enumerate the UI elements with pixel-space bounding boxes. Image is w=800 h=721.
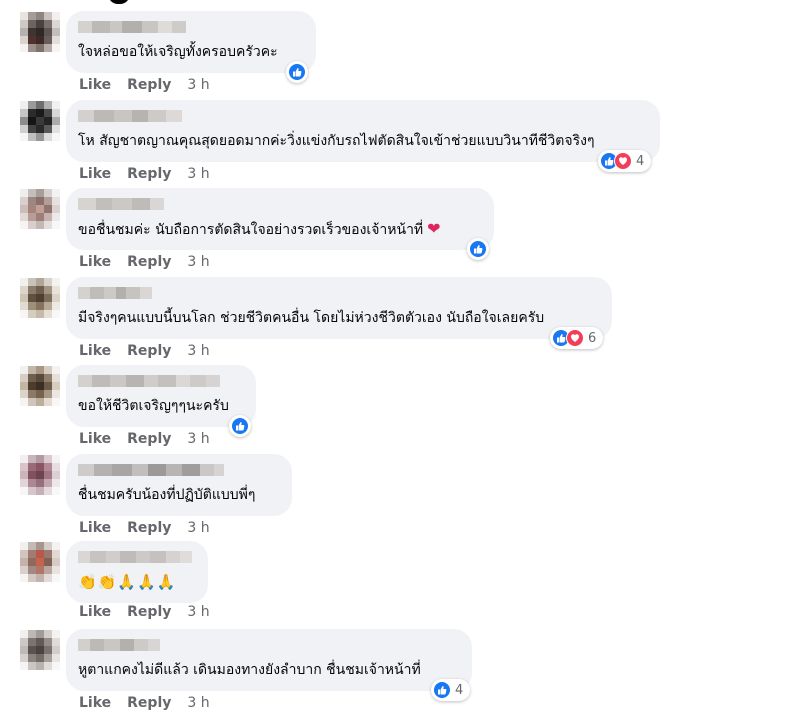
- commenter-name-blurred: [78, 464, 224, 476]
- commenter-name-blurred: [78, 551, 192, 563]
- comment: ขอชื่นชมค่ะ นับถือการตัดสินใจอย่างรวดเร็…: [0, 188, 800, 280]
- avatar[interactable]: [20, 12, 60, 52]
- commenter-name-blurred: [78, 110, 182, 122]
- like-reaction-icon: [288, 63, 306, 81]
- like-button[interactable]: Like: [79, 254, 111, 270]
- comment-actions: Like Reply 3 h: [79, 343, 210, 359]
- commenter-name-blurred: [78, 287, 152, 299]
- reply-button[interactable]: Reply: [127, 254, 171, 270]
- reply-button[interactable]: Reply: [127, 431, 171, 447]
- comment-actions: Like Reply 3 h: [79, 254, 210, 270]
- avatar[interactable]: [20, 630, 60, 670]
- like-button[interactable]: Like: [79, 431, 111, 447]
- reaction-summary[interactable]: [467, 238, 489, 260]
- comment: ขอให้ชีวิตเจริญๆๆนะครับ Like Reply 3 h: [0, 365, 800, 457]
- comment-text: ใจหล่อขอให้เจริญทั้งครอบครัวคะ: [78, 44, 278, 60]
- reaction-summary[interactable]: 4: [598, 150, 652, 172]
- like-reaction-icon: [433, 681, 451, 699]
- love-reaction-icon: [566, 329, 584, 347]
- like-button[interactable]: Like: [79, 604, 111, 620]
- like-button[interactable]: Like: [79, 77, 111, 93]
- like-button[interactable]: Like: [79, 695, 111, 711]
- comment-bubble: โห สัญชาตญาณคุณสุดยอดมากค่ะวิ่งแข่งกับรถ…: [66, 100, 660, 162]
- like-reaction-icon: [469, 240, 487, 258]
- comment-actions: Like Reply 3 h: [79, 431, 210, 447]
- reaction-summary[interactable]: [286, 61, 308, 83]
- avatar[interactable]: [20, 189, 60, 229]
- comment-bubble: หูตาแกคงไม่ดีแล้ว เดินมองทางยังลำบาก ชื่…: [66, 629, 472, 691]
- reply-button[interactable]: Reply: [127, 77, 171, 93]
- commenter-name-blurred: [78, 198, 164, 210]
- comment-bubble: ชื่นชมครับน้องที่ปฏิบัติแบบพี่ๆ: [66, 454, 292, 516]
- commenter-name-blurred: [78, 21, 186, 33]
- like-button[interactable]: Like: [79, 520, 111, 536]
- comment-bubble: ขอให้ชีวิตเจริญๆๆนะครับ: [66, 365, 256, 427]
- reply-button[interactable]: Reply: [127, 166, 171, 182]
- like-reaction-icon: [231, 417, 249, 435]
- comment-actions: Like Reply 3 h: [79, 77, 210, 93]
- comment-bubble: มีจริงๆคนแบบนี้บนโลก ช่วยชีวิตคนอื่น โดย…: [66, 277, 612, 339]
- comment-text: 👏👏🙏🙏🙏: [78, 573, 177, 591]
- commenter-name-blurred: [78, 639, 160, 651]
- reaction-count: 6: [588, 330, 597, 346]
- comment-bubble: ใจหล่อขอให้เจริญทั้งครอบครัวคะ: [66, 11, 316, 73]
- comment-actions: Like Reply 3 h: [79, 695, 210, 711]
- comment-text: ขอชื่นชมค่ะ นับถือการตัดสินใจอย่างรวดเร็…: [78, 219, 441, 239]
- comment-bubble: 👏👏🙏🙏🙏: [66, 541, 208, 603]
- heart-emoji-icon: ❤: [427, 219, 441, 238]
- cropped-heading-fragment: [108, 0, 130, 4]
- love-reaction-icon: [614, 152, 632, 170]
- comment: ชื่นชมครับน้องที่ปฏิบัติแบบพี่ๆ Like Rep…: [0, 454, 800, 546]
- comment: ใจหล่อขอให้เจริญทั้งครอบครัวคะ Like Repl…: [0, 11, 800, 103]
- reply-button[interactable]: Reply: [127, 520, 171, 536]
- reaction-summary[interactable]: [229, 415, 251, 437]
- reaction-summary[interactable]: 6: [550, 327, 604, 349]
- timestamp[interactable]: 3 h: [187, 695, 209, 711]
- comment-text: ชื่นชมครับน้องที่ปฏิบัติแบบพี่ๆ: [78, 487, 256, 503]
- comment-text: ขอให้ชีวิตเจริญๆๆนะครับ: [78, 398, 229, 414]
- timestamp[interactable]: 3 h: [187, 77, 209, 93]
- timestamp[interactable]: 3 h: [187, 604, 209, 620]
- avatar[interactable]: [20, 455, 60, 495]
- comment-text: โห สัญชาตญาณคุณสุดยอดมากค่ะวิ่งแข่งกับรถ…: [78, 133, 595, 149]
- avatar[interactable]: [20, 278, 60, 318]
- comment-text: มีจริงๆคนแบบนี้บนโลก ช่วยชีวิตคนอื่น โดย…: [78, 310, 545, 326]
- comment-actions: Like Reply 3 h: [79, 166, 210, 182]
- like-button[interactable]: Like: [79, 343, 111, 359]
- reply-button[interactable]: Reply: [127, 343, 171, 359]
- avatar[interactable]: [20, 366, 60, 406]
- reaction-summary[interactable]: 4: [431, 679, 471, 701]
- timestamp[interactable]: 3 h: [187, 520, 209, 536]
- reply-button[interactable]: Reply: [127, 695, 171, 711]
- comment-text: หูตาแกคงไม่ดีแล้ว เดินมองทางยังลำบาก ชื่…: [78, 662, 421, 678]
- timestamp[interactable]: 3 h: [187, 254, 209, 270]
- timestamp[interactable]: 3 h: [187, 343, 209, 359]
- reaction-count: 4: [636, 153, 645, 169]
- comment-actions: Like Reply 3 h: [79, 604, 210, 620]
- comment: หูตาแกคงไม่ดีแล้ว เดินมองทางยังลำบาก ชื่…: [0, 629, 800, 721]
- reaction-count: 4: [455, 682, 464, 698]
- comment: 👏👏🙏🙏🙏 Like Reply 3 h: [0, 541, 800, 633]
- commenter-name-blurred: [78, 375, 220, 387]
- like-button[interactable]: Like: [79, 166, 111, 182]
- timestamp[interactable]: 3 h: [187, 166, 209, 182]
- comment: โห สัญชาตญาณคุณสุดยอดมากค่ะวิ่งแข่งกับรถ…: [0, 100, 800, 192]
- comment-bubble: ขอชื่นชมค่ะ นับถือการตัดสินใจอย่างรวดเร็…: [66, 188, 494, 250]
- comment-actions: Like Reply 3 h: [79, 520, 210, 536]
- timestamp[interactable]: 3 h: [187, 431, 209, 447]
- comment: มีจริงๆคนแบบนี้บนโลก ช่วยชีวิตคนอื่น โดย…: [0, 277, 800, 369]
- reply-button[interactable]: Reply: [127, 604, 171, 620]
- avatar[interactable]: [20, 101, 60, 141]
- avatar[interactable]: [20, 542, 60, 582]
